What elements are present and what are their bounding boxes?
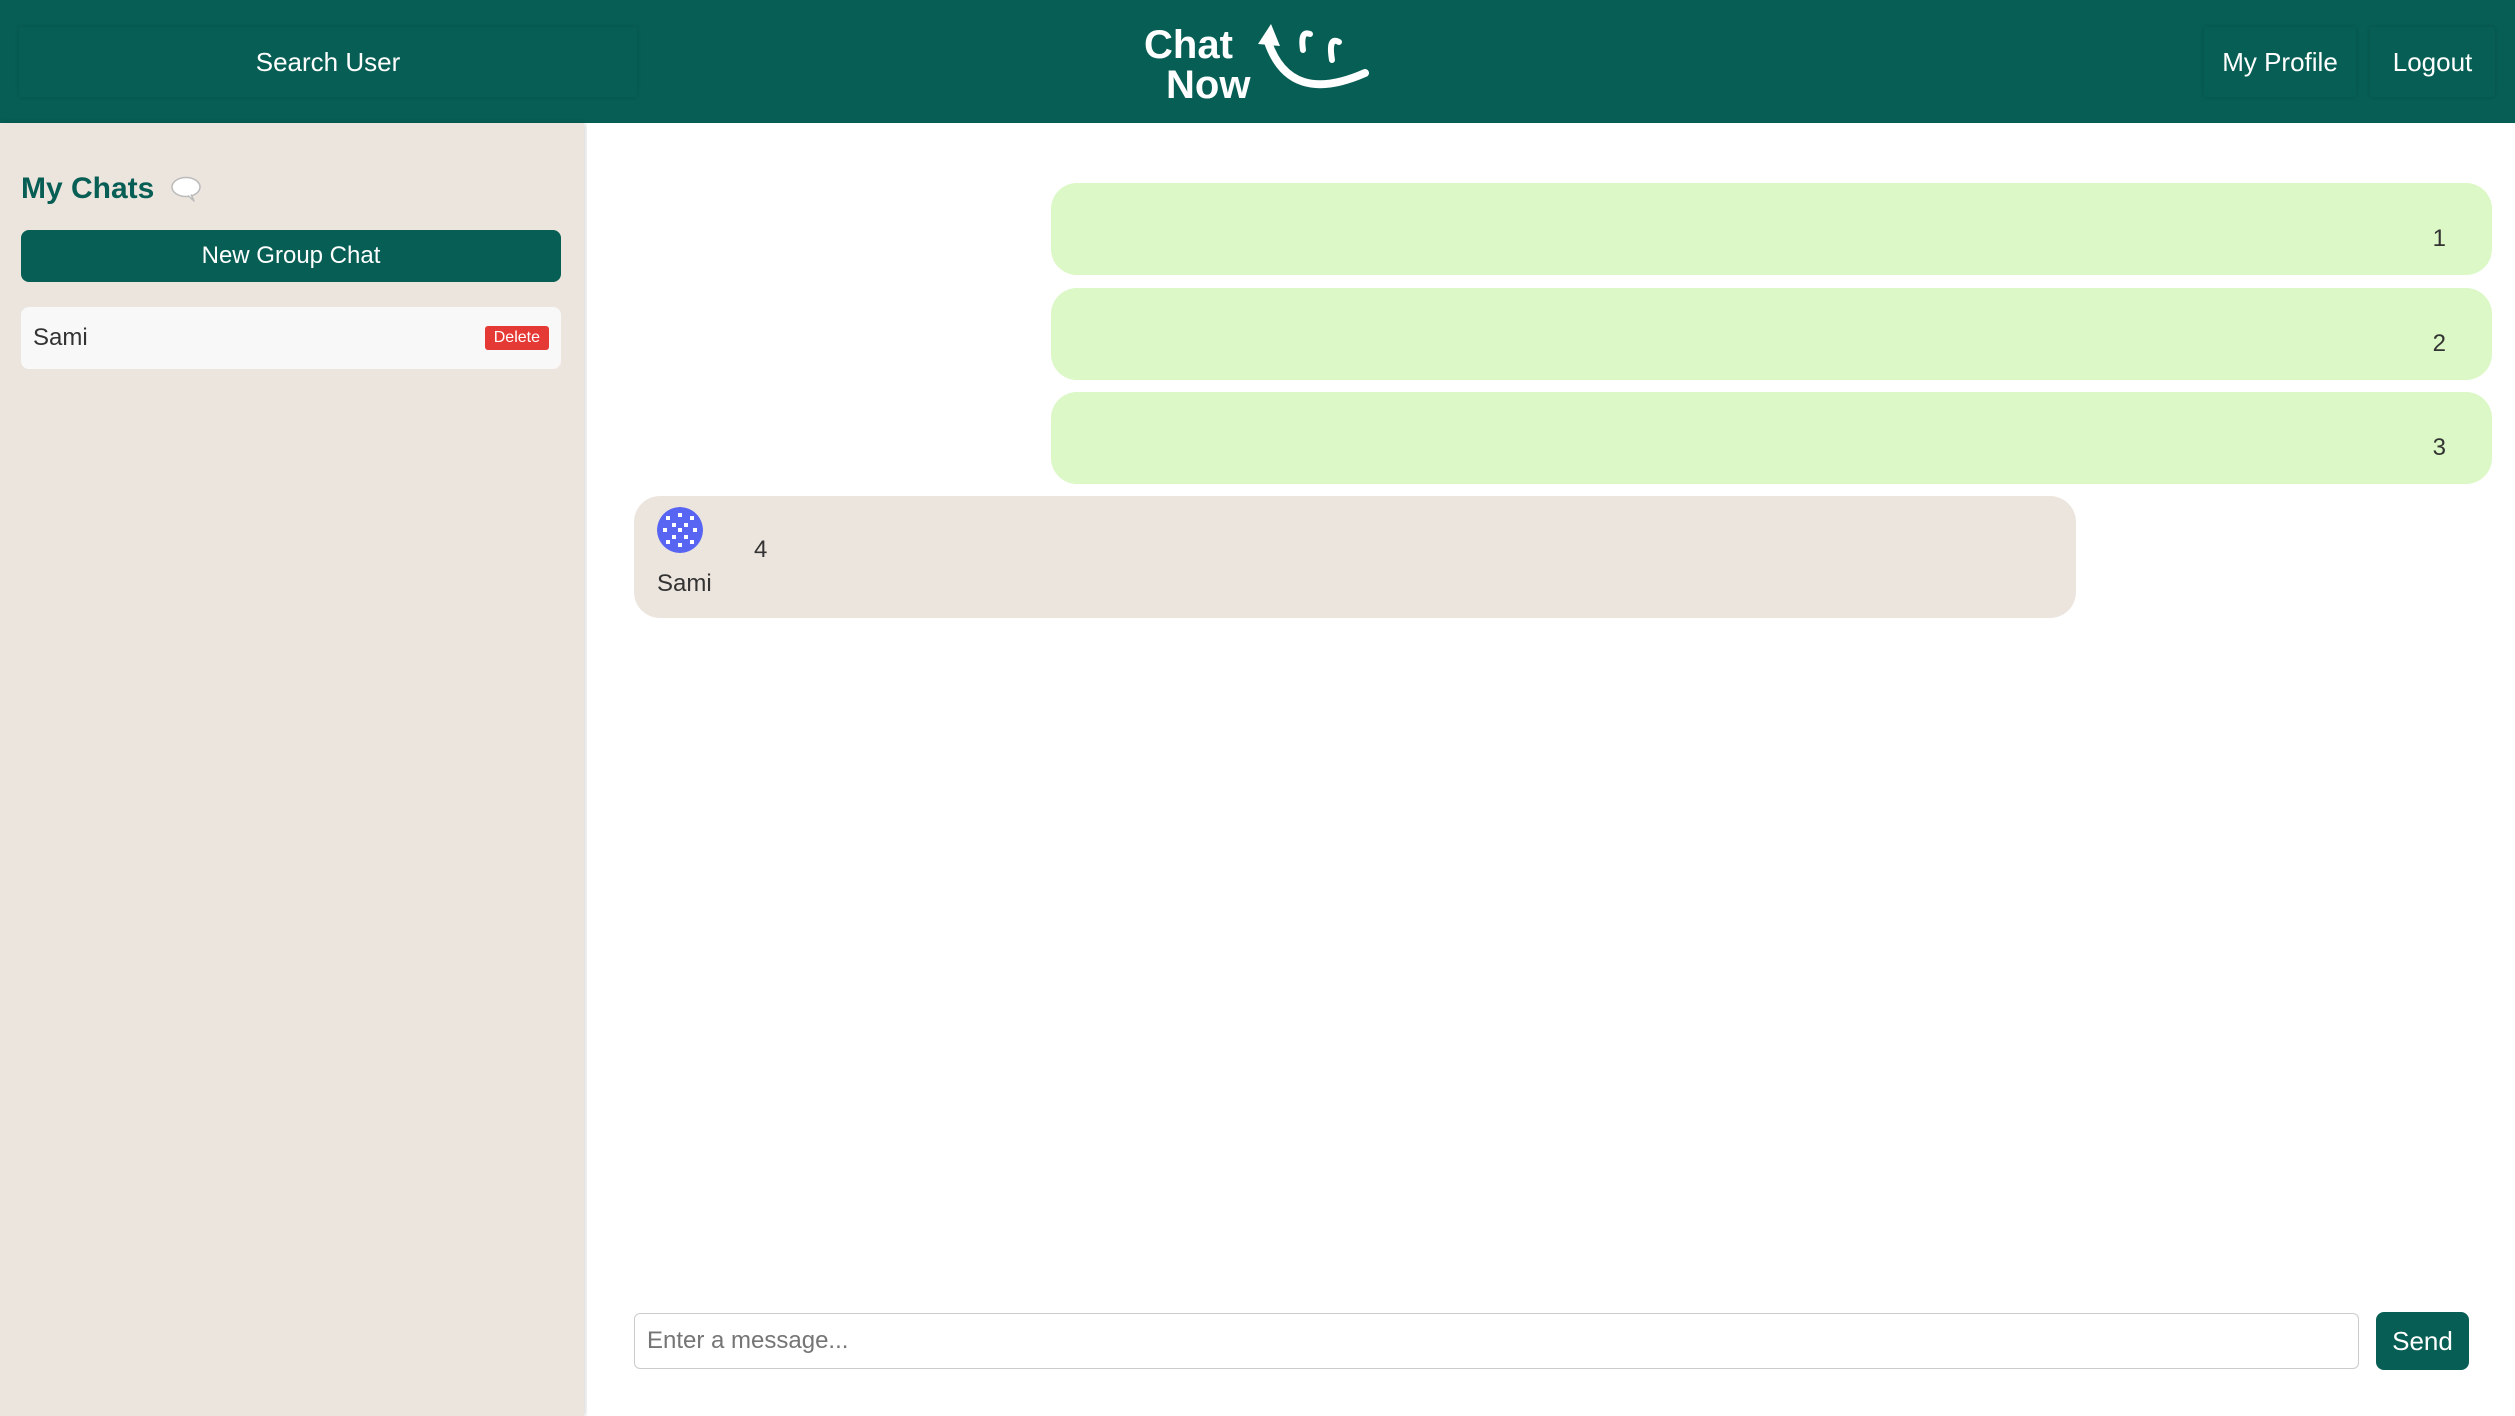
send-button[interactable]: Send xyxy=(2376,1312,2469,1370)
search-user-button[interactable]: Search User xyxy=(19,27,637,97)
sender-name: Sami xyxy=(657,570,712,597)
logo-text-now: Now xyxy=(1166,63,1251,107)
search-user-label: Search User xyxy=(255,46,401,77)
logo-smile-icon xyxy=(1264,38,1369,89)
sent-message-bubble: 2 xyxy=(1051,288,2492,380)
new-group-chat-label: New Group Chat xyxy=(201,242,381,269)
chat-list-item[interactable]: Sami Delete xyxy=(21,307,561,369)
send-label: Send xyxy=(2392,1325,2453,1356)
chat-window: 1 2 3 Sami 4 Enter a message... Send xyxy=(587,123,2515,1416)
my-chats-title: My Chats xyxy=(21,172,155,205)
chats-sidebar: My Chats New Group Chat Sami Delete xyxy=(0,123,584,1416)
sent-message-bubble: 1 xyxy=(1051,183,2492,275)
logout-label: Logout xyxy=(2392,46,2473,77)
my-chats-heading: My Chats xyxy=(21,169,202,209)
my-profile-label: My Profile xyxy=(2222,46,2338,77)
sent-message-bubble: 3 xyxy=(1051,392,2492,484)
logo-text-chat: Chat xyxy=(1144,23,1233,67)
chat-item-name: Sami xyxy=(33,324,88,351)
message-text: 4 xyxy=(754,536,768,563)
my-profile-button[interactable]: My Profile xyxy=(2204,27,2356,97)
user-avatar-icon[interactable] xyxy=(657,507,703,553)
top-navbar: Search User Chat Now My Profile Logout xyxy=(0,0,2515,123)
delete-chat-button[interactable]: Delete xyxy=(484,326,549,350)
logo-eye-left-icon xyxy=(1299,30,1313,53)
logout-button[interactable]: Logout xyxy=(2370,27,2495,97)
speech-bubble-icon xyxy=(171,176,202,202)
received-message-bubble: Sami 4 xyxy=(634,496,2076,618)
message-text: 2 xyxy=(2432,330,2446,357)
message-text: 1 xyxy=(2432,225,2446,252)
logo-eye-right-icon xyxy=(1327,37,1342,63)
message-input[interactable] xyxy=(634,1313,2359,1369)
message-text: 3 xyxy=(2432,434,2446,461)
chat-now-logo: Chat Now xyxy=(1144,23,1369,107)
new-group-chat-button[interactable]: New Group Chat xyxy=(21,230,561,282)
logo-arrow-icon xyxy=(1258,24,1280,46)
